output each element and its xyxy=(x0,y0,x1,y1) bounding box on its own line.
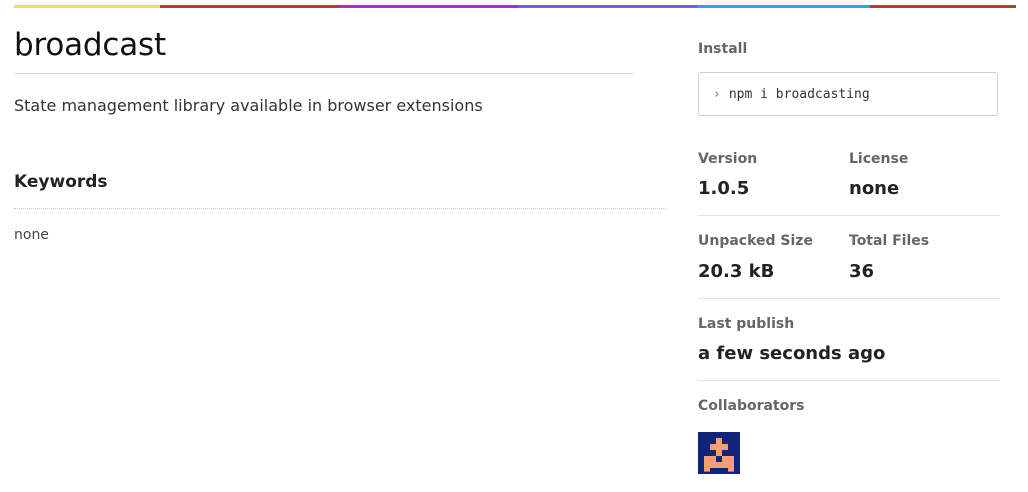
keywords-value: none xyxy=(14,227,49,243)
brand-color-bar xyxy=(14,5,1016,8)
title-divider xyxy=(14,73,634,74)
sidebar-divider xyxy=(698,215,1000,216)
install-label: Install xyxy=(698,41,748,57)
last-publish-value: a few seconds ago xyxy=(698,343,886,364)
install-command[interactable]: npm i broadcasting xyxy=(729,87,870,102)
last-publish-label: Last publish xyxy=(698,316,795,332)
total-files-label: Total Files xyxy=(849,233,930,249)
collaborator-avatar[interactable] xyxy=(698,432,740,474)
package-title: broadcast xyxy=(14,27,166,63)
package-description: State management library available in br… xyxy=(14,96,483,115)
sidebar-divider xyxy=(698,298,1000,299)
version-label: Version xyxy=(698,151,758,167)
unpacked-size-value: 20.3 kB xyxy=(698,261,775,282)
version-value: 1.0.5 xyxy=(698,178,750,199)
collaborators-label: Collaborators xyxy=(698,398,805,414)
total-files-value: 36 xyxy=(849,261,875,282)
sidebar-divider xyxy=(698,380,1000,381)
license-label: License xyxy=(849,151,909,167)
install-command-box[interactable]: › npm i broadcasting xyxy=(698,72,998,116)
keywords-heading: Keywords xyxy=(14,172,108,192)
keywords-divider xyxy=(14,208,666,209)
unpacked-size-label: Unpacked Size xyxy=(698,233,813,249)
license-value: none xyxy=(849,178,900,199)
identicon-avatar-icon xyxy=(698,432,740,474)
chevron-right-icon: › xyxy=(713,86,721,102)
